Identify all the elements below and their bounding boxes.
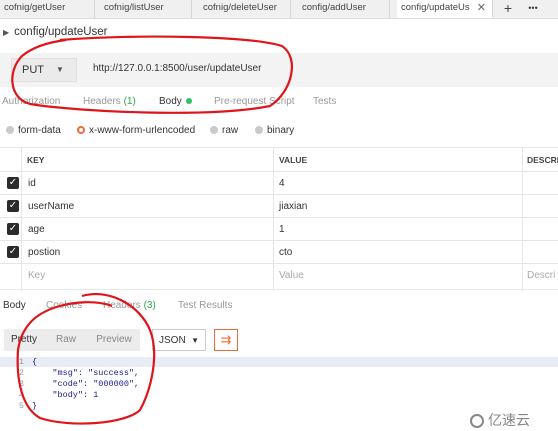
- annotation-circle-response: [16, 293, 156, 425]
- annotation-circle-url: [11, 35, 293, 114]
- watermark-logo-icon: [470, 414, 484, 428]
- watermark: 亿速云: [470, 410, 530, 430]
- annotation-overlay: [11, 35, 293, 425]
